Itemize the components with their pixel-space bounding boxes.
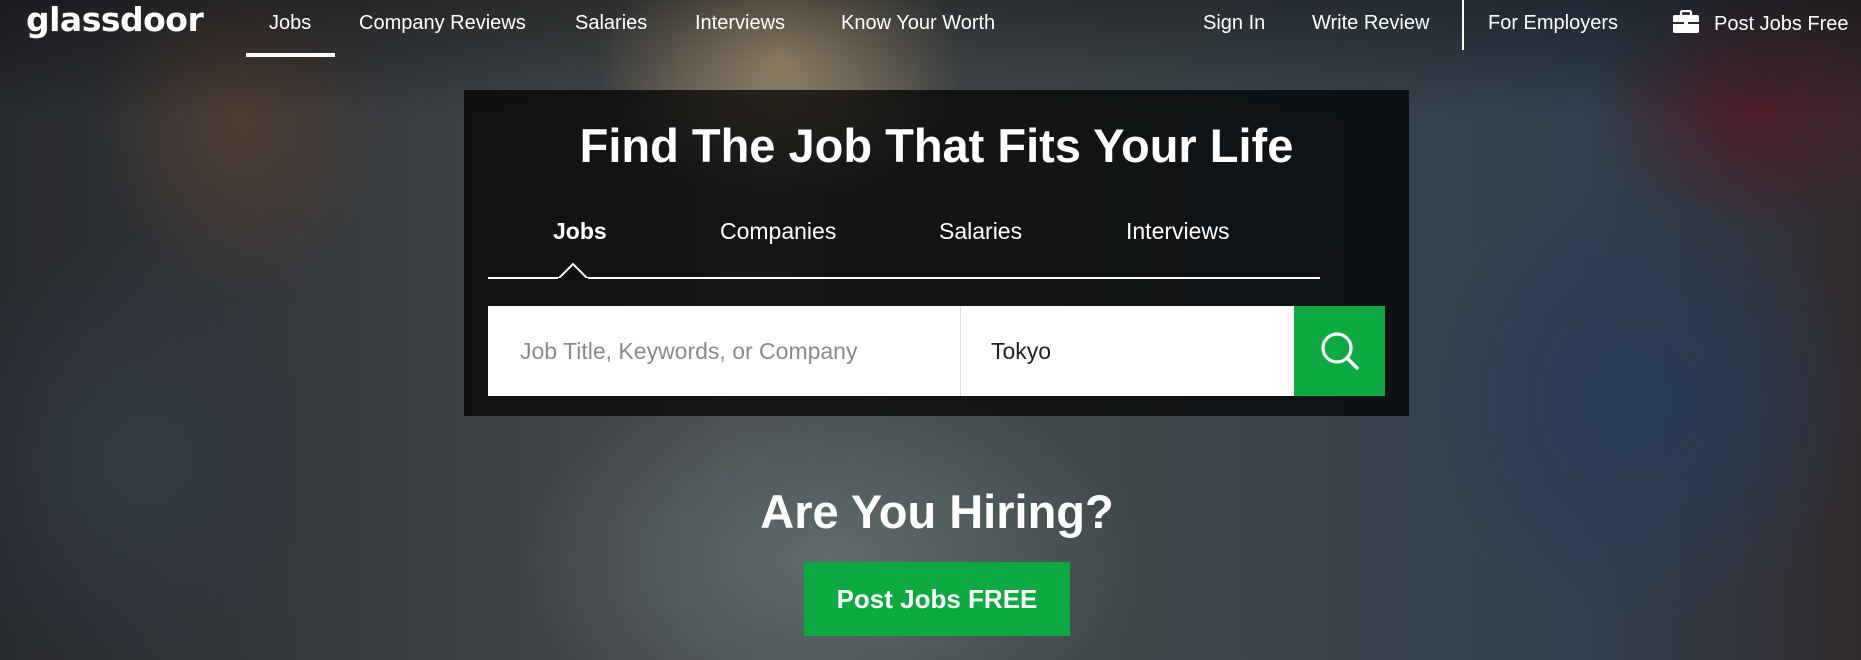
- nav-divider: [1462, 0, 1464, 50]
- nav-company-reviews[interactable]: Company Reviews: [359, 12, 526, 35]
- nav-jobs[interactable]: Jobs: [269, 12, 311, 35]
- nav-salaries[interactable]: Salaries: [575, 12, 647, 35]
- nav-for-employers[interactable]: For Employers: [1488, 12, 1618, 35]
- nav-write-review[interactable]: Write Review: [1312, 12, 1429, 35]
- briefcase-icon[interactable]: [1672, 10, 1700, 34]
- search-panel: Find The Job That Fits Your Life Jobs Co…: [464, 90, 1409, 416]
- nav-sign-in[interactable]: Sign In: [1203, 12, 1265, 35]
- active-tab-caret: [558, 262, 588, 280]
- search-button[interactable]: [1294, 306, 1385, 396]
- glassdoor-logo[interactable]: glassdoor: [26, 0, 204, 39]
- hiring-title: Are You Hiring?: [760, 485, 1114, 538]
- search-headline: Find The Job That Fits Your Life: [579, 119, 1294, 172]
- nav-active-indicator: [246, 53, 335, 57]
- tab-jobs[interactable]: Jobs: [553, 218, 607, 245]
- location-input[interactable]: [961, 306, 1294, 396]
- tab-underline: [488, 277, 1320, 279]
- search-icon: [1321, 332, 1359, 370]
- tab-salaries[interactable]: Salaries: [939, 218, 1022, 245]
- nav-post-jobs-free[interactable]: Post Jobs Free: [1714, 13, 1849, 36]
- tab-interviews[interactable]: Interviews: [1126, 218, 1230, 245]
- post-jobs-free-button[interactable]: Post Jobs FREE: [804, 562, 1070, 636]
- page: glassdoor Jobs Company Reviews Salaries …: [0, 0, 1861, 660]
- top-nav: glassdoor Jobs Company Reviews Salaries …: [0, 0, 1861, 57]
- nav-know-your-worth[interactable]: Know Your Worth: [841, 12, 995, 35]
- search-box: [488, 306, 1385, 396]
- tab-companies[interactable]: Companies: [720, 218, 836, 245]
- nav-interviews[interactable]: Interviews: [695, 12, 785, 35]
- keyword-search-input[interactable]: [488, 306, 960, 396]
